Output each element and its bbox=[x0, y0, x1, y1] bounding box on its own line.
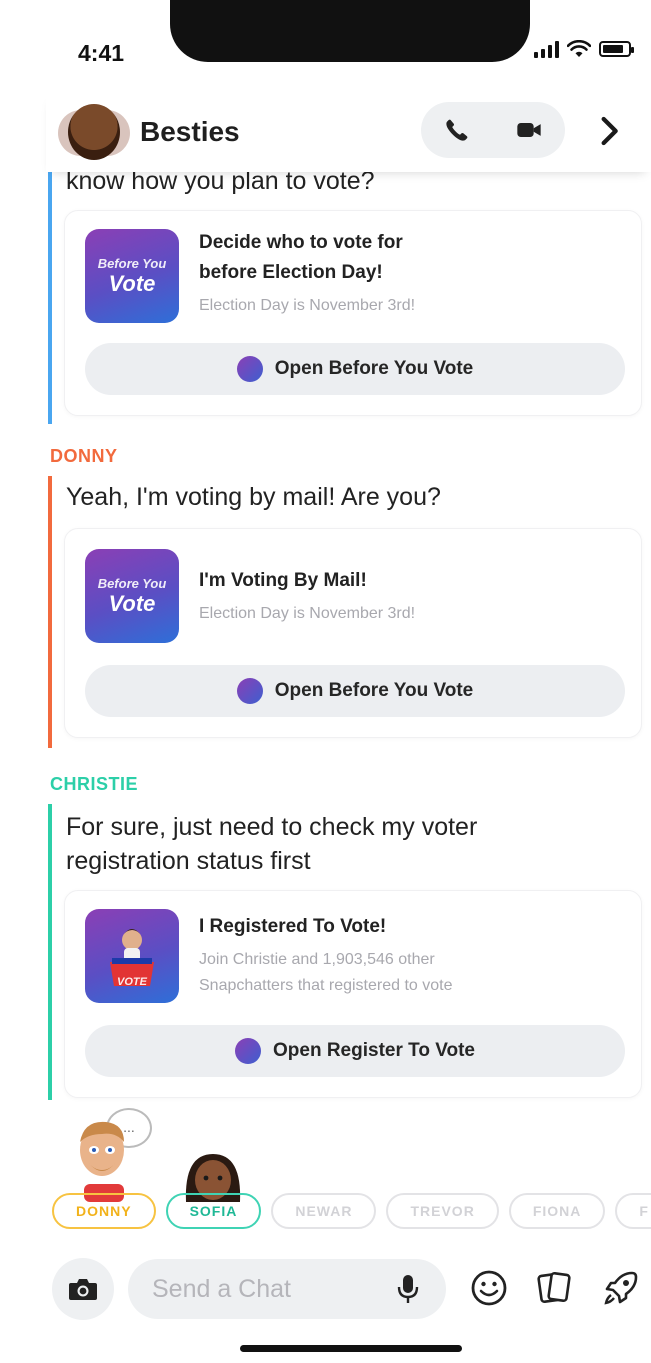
thumbnail-title: Vote bbox=[108, 590, 156, 616]
card-thumbnail: Before You Vote bbox=[85, 549, 179, 643]
presence-pill-trevor[interactable]: TREVOR bbox=[386, 1193, 499, 1229]
lens-icon bbox=[235, 1038, 261, 1064]
card-subtitle: Election Day is November 3rd! bbox=[199, 297, 416, 314]
card-title: I Registered To Vote! bbox=[199, 916, 387, 937]
donny-bitmoji[interactable] bbox=[66, 1112, 146, 1202]
sender-name: CHRISTIE bbox=[50, 774, 139, 794]
presence-pill-fiona[interactable]: FIONA bbox=[508, 1193, 606, 1229]
thumbnail-caption: Before You bbox=[97, 255, 167, 271]
wifi-icon bbox=[567, 40, 591, 57]
microphone-icon[interactable] bbox=[396, 1273, 420, 1305]
rocket-icon[interactable] bbox=[602, 1269, 640, 1307]
open-lens-button[interactable]: Open Register To Vote bbox=[85, 1025, 625, 1077]
group-avatar[interactable] bbox=[58, 100, 130, 164]
battery-icon bbox=[599, 41, 634, 57]
status-bar: 4:41 bbox=[0, 0, 651, 90]
card-subtitle: Snapchatters that registered to vote bbox=[199, 977, 453, 994]
open-lens-button[interactable]: Open Before You Vote bbox=[85, 665, 625, 717]
signal-icon bbox=[534, 40, 559, 58]
cards-icon[interactable] bbox=[536, 1269, 574, 1307]
card-title: Decide who to vote for bbox=[199, 232, 403, 253]
thumbnail-title: VOTE bbox=[117, 976, 147, 988]
card-thumbnail: VOTE bbox=[85, 909, 179, 1003]
button-label: Open Register To Vote bbox=[273, 1040, 475, 1061]
sender-name: DONNY bbox=[50, 446, 118, 466]
presence-pill-donny[interactable]: DONNY bbox=[52, 1193, 156, 1229]
camera-icon bbox=[69, 1279, 97, 1300]
card-subtitle: Election Day is November 3rd! bbox=[199, 605, 416, 622]
presence-pill-newar[interactable]: NEWAR bbox=[271, 1193, 377, 1229]
video-icon[interactable] bbox=[515, 116, 543, 144]
presence-pill-sofia[interactable]: SOFIA bbox=[165, 1193, 262, 1229]
message-text: Yeah, I'm voting by mail! Are you? bbox=[66, 483, 441, 511]
button-label: Open Before You Vote bbox=[274, 680, 474, 701]
smiley-icon[interactable] bbox=[470, 1269, 508, 1307]
open-lens-button[interactable]: Open Before You Vote bbox=[85, 343, 625, 395]
notch bbox=[170, 0, 530, 62]
chat-composer bbox=[46, 1255, 651, 1323]
card-subtitle: Join Christie and 1,903,546 other bbox=[199, 951, 435, 968]
message-text: registration status first bbox=[66, 847, 311, 875]
home-indicator bbox=[240, 1345, 462, 1352]
presence-pill-more[interactable]: F bbox=[615, 1193, 651, 1229]
chat-title[interactable]: Besties bbox=[140, 116, 240, 148]
lens-card[interactable]: VOTE I Registered To Vote! Join Christie… bbox=[64, 890, 642, 1098]
status-icons bbox=[534, 40, 634, 58]
phone-icon[interactable] bbox=[443, 116, 471, 144]
lens-card[interactable]: Before You Vote I'm Voting By Mail! Elec… bbox=[64, 528, 642, 738]
chat-header: Besties bbox=[46, 92, 651, 172]
thumbnail-title: Vote bbox=[108, 270, 156, 296]
thumbnail-caption: Before You bbox=[97, 575, 167, 591]
presence-row: DONNY SOFIA NEWAR TREVOR FIONA F bbox=[52, 1193, 651, 1233]
button-label: Open Before You Vote bbox=[274, 358, 474, 379]
card-thumbnail: Before You Vote bbox=[85, 229, 179, 323]
status-time: 4:41 bbox=[78, 40, 125, 66]
lens-card[interactable]: Before You Vote Decide who to vote for b… bbox=[64, 210, 642, 416]
message-text: For sure, just need to check my voter bbox=[66, 813, 478, 841]
chevron-right-icon[interactable] bbox=[593, 114, 625, 148]
camera-button[interactable] bbox=[52, 1258, 114, 1320]
call-button-group bbox=[421, 102, 565, 158]
lens-icon bbox=[236, 356, 263, 382]
card-title: I'm Voting By Mail! bbox=[199, 570, 367, 591]
card-title: before Election Day! bbox=[199, 262, 383, 283]
lens-icon bbox=[236, 678, 263, 704]
